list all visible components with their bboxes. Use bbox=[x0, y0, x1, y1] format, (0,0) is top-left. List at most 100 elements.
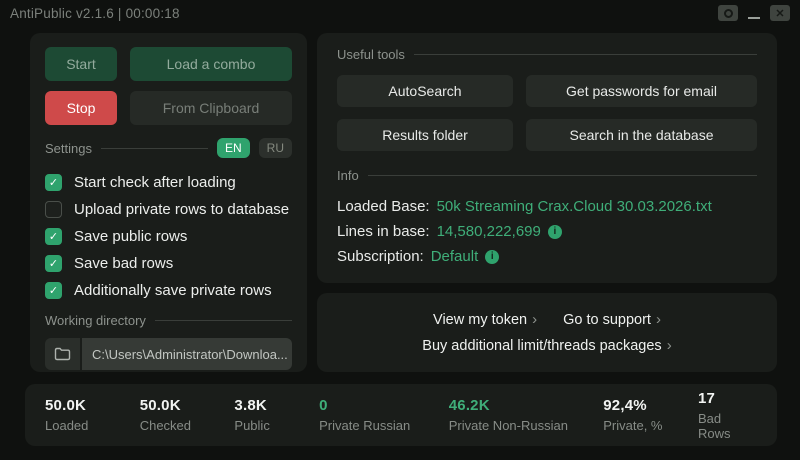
stat-checked: 50.0K Checked bbox=[140, 397, 235, 433]
stat-value: 17 bbox=[698, 390, 757, 407]
folder-icon bbox=[54, 347, 71, 361]
stat-private-russian: 0 Private Russian bbox=[319, 397, 449, 433]
check-icon: ✓ bbox=[49, 230, 58, 243]
working-directory-path[interactable]: C:\Users\Administrator\Downloa... bbox=[82, 338, 292, 370]
stat-label: Public bbox=[234, 418, 319, 433]
close-button[interactable]: ✕ bbox=[770, 5, 790, 21]
stats-bar: 50.0K Loaded 50.0K Checked 3.8K Public 0… bbox=[25, 384, 777, 446]
checkbox-box[interactable]: ✓ bbox=[45, 255, 62, 272]
stat-label: Private Russian bbox=[319, 418, 449, 433]
minimize-button[interactable] bbox=[747, 5, 761, 21]
checkbox-label: Save bad rows bbox=[74, 255, 173, 272]
minimize-icon bbox=[748, 17, 760, 19]
stat-label: Private Non-Russian bbox=[449, 418, 604, 433]
settings-checkbox-list: ✓ Start check after loading ✓ Upload pri… bbox=[45, 169, 292, 304]
subscription-row: Subscription: Default i bbox=[337, 244, 757, 269]
control-panel: Start Load a combo Stop From Clipboard S… bbox=[30, 33, 307, 372]
checkbox-box[interactable]: ✓ bbox=[45, 174, 62, 191]
view-token-link[interactable]: View my token › bbox=[433, 311, 537, 328]
useful-tools-header: Useful tools bbox=[337, 47, 757, 62]
tools-panel: Useful tools AutoSearch Get passwords fo… bbox=[317, 33, 777, 283]
check-icon: ✓ bbox=[49, 257, 58, 270]
load-combo-button[interactable]: Load a combo bbox=[130, 47, 292, 81]
stat-value: 46.2K bbox=[449, 397, 604, 414]
lines-in-base-value: 14,580,222,699 bbox=[437, 223, 541, 240]
check-icon: ✓ bbox=[49, 176, 58, 189]
info-icon[interactable]: i bbox=[485, 250, 499, 264]
checkbox-label: Upload private rows to database bbox=[74, 201, 289, 218]
loaded-base-value: 50k Streaming Crax.Cloud 30.03.2026.txt bbox=[437, 198, 712, 215]
stat-public: 3.8K Public bbox=[234, 397, 319, 433]
checkbox-start-check-after-loading[interactable]: ✓ Start check after loading bbox=[45, 169, 292, 196]
close-icon: ✕ bbox=[775, 7, 784, 20]
divider bbox=[155, 320, 292, 321]
checkbox-box[interactable]: ✓ bbox=[45, 201, 62, 218]
buy-packages-link[interactable]: Buy additional limit/threads packages › bbox=[422, 337, 671, 354]
stat-label: Loaded bbox=[45, 418, 140, 433]
checkbox-box[interactable]: ✓ bbox=[45, 228, 62, 245]
stat-private-percent: 92,4% Private, % bbox=[603, 397, 698, 433]
info-rows: Loaded Base: 50k Streaming Crax.Cloud 30… bbox=[337, 194, 757, 269]
view-token-label: View my token bbox=[433, 312, 527, 328]
get-passwords-button[interactable]: Get passwords for email bbox=[526, 75, 757, 107]
language-ru-button[interactable]: RU bbox=[259, 138, 292, 158]
go-to-support-label: Go to support bbox=[563, 312, 651, 328]
stop-button[interactable]: Stop bbox=[45, 91, 117, 125]
stat-value: 92,4% bbox=[603, 397, 698, 414]
chevron-right-icon: › bbox=[656, 311, 661, 328]
info-label: Info bbox=[337, 168, 359, 183]
circle-icon bbox=[724, 9, 733, 18]
stat-value: 3.8K bbox=[234, 397, 319, 414]
check-icon: ✓ bbox=[49, 284, 58, 297]
checkbox-label: Additionally save private rows bbox=[74, 282, 272, 299]
info-icon[interactable]: i bbox=[548, 225, 562, 239]
working-directory-row: C:\Users\Administrator\Downloa... bbox=[45, 338, 292, 370]
checkbox-label: Save public rows bbox=[74, 228, 187, 245]
checkbox-box[interactable]: ✓ bbox=[45, 282, 62, 299]
titlebar: AntiPublic v2.1.6 | 00:00:18 ✕ bbox=[0, 0, 800, 26]
settings-header: Settings EN RU bbox=[45, 138, 292, 158]
links-row-top: View my token › Go to support › bbox=[433, 311, 661, 328]
loaded-base-row: Loaded Base: 50k Streaming Crax.Cloud 30… bbox=[337, 194, 757, 219]
stat-value: 50.0K bbox=[140, 397, 235, 414]
info-header: Info bbox=[337, 168, 757, 183]
working-directory-header: Working directory bbox=[45, 313, 292, 328]
checkbox-upload-private-rows[interactable]: ✓ Upload private rows to database bbox=[45, 196, 292, 223]
chevron-right-icon: › bbox=[532, 311, 537, 328]
buy-packages-label: Buy additional limit/threads packages bbox=[422, 338, 661, 354]
checkbox-save-public-rows[interactable]: ✓ Save public rows bbox=[45, 223, 292, 250]
chevron-right-icon: › bbox=[667, 337, 672, 354]
stat-label: Bad Rows bbox=[698, 411, 757, 441]
loaded-base-label: Loaded Base: bbox=[337, 198, 430, 215]
stat-label: Private, % bbox=[603, 418, 698, 433]
stat-value: 0 bbox=[319, 397, 449, 414]
window-controls: ✕ bbox=[718, 5, 790, 21]
go-to-support-link[interactable]: Go to support › bbox=[563, 311, 661, 328]
tools-grid: AutoSearch Get passwords for email Resul… bbox=[337, 75, 757, 151]
checkbox-save-bad-rows[interactable]: ✓ Save bad rows bbox=[45, 250, 292, 277]
app-title: AntiPublic v2.1.6 | 00:00:18 bbox=[10, 6, 180, 21]
divider bbox=[368, 175, 757, 176]
stat-value: 50.0K bbox=[45, 397, 140, 414]
stat-label: Checked bbox=[140, 418, 235, 433]
start-button[interactable]: Start bbox=[45, 47, 117, 81]
working-directory-label: Working directory bbox=[45, 313, 146, 328]
language-en-button[interactable]: EN bbox=[217, 138, 250, 158]
stat-loaded: 50.0K Loaded bbox=[45, 397, 140, 433]
links-panel: View my token › Go to support › Buy addi… bbox=[317, 293, 777, 372]
stat-bad-rows: 17 Bad Rows bbox=[698, 390, 757, 441]
from-clipboard-button[interactable]: From Clipboard bbox=[130, 91, 292, 125]
circle-window-button[interactable] bbox=[718, 5, 738, 21]
lines-in-base-label: Lines in base: bbox=[337, 223, 430, 240]
subscription-value: Default bbox=[431, 248, 479, 265]
checkbox-label: Start check after loading bbox=[74, 174, 236, 191]
search-database-button[interactable]: Search in the database bbox=[526, 119, 757, 151]
settings-label: Settings bbox=[45, 141, 92, 156]
checkbox-additionally-save-private-rows[interactable]: ✓ Additionally save private rows bbox=[45, 277, 292, 304]
autosearch-button[interactable]: AutoSearch bbox=[337, 75, 513, 107]
browse-folder-button[interactable] bbox=[45, 338, 82, 370]
subscription-label: Subscription: bbox=[337, 248, 424, 265]
links-row-bottom: Buy additional limit/threads packages › bbox=[422, 337, 671, 354]
results-folder-button[interactable]: Results folder bbox=[337, 119, 513, 151]
stat-private-non-russian: 46.2K Private Non-Russian bbox=[449, 397, 604, 433]
